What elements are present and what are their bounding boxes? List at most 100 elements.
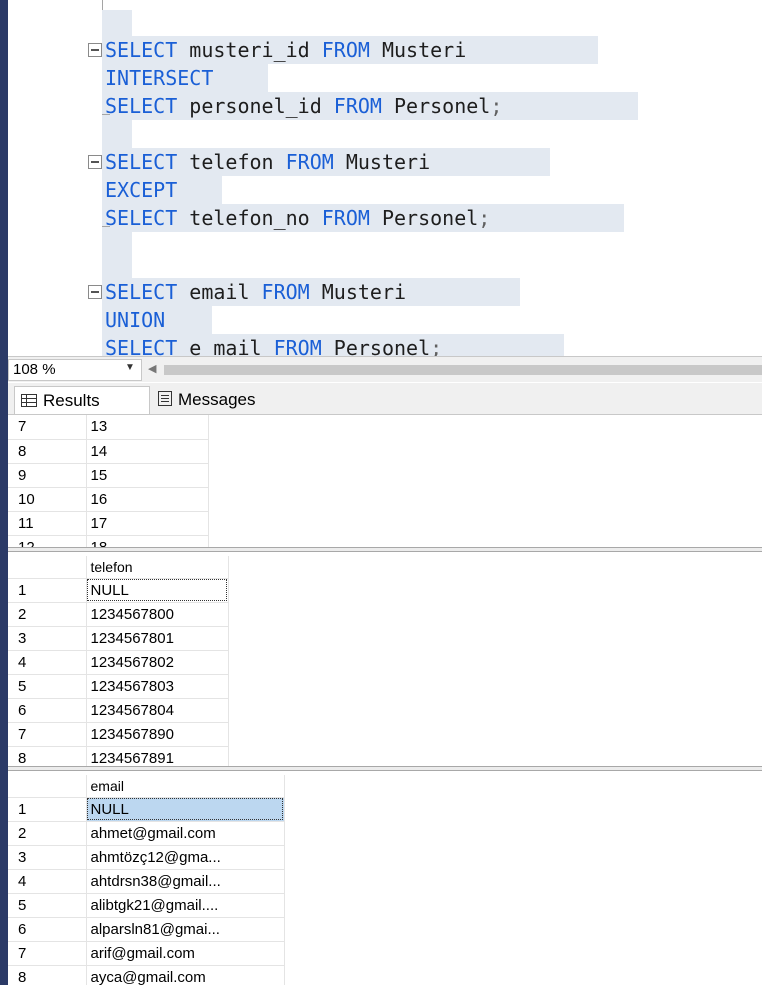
table-cell[interactable]: ahmet@gmail.com — [86, 821, 285, 846]
result-grid-email[interactable]: email 1 NULL 2 ahmet@gmail.com 3 ahmtözç12@… — [8, 771, 762, 985]
code-line[interactable]: SELECT personel_id FROM Personel; — [105, 92, 502, 120]
code-line[interactable]: SELECT musteri_id FROM Musteri — [105, 36, 466, 64]
row-number[interactable]: 6 — [8, 917, 87, 942]
table-cell[interactable]: 1234567800 — [86, 602, 229, 627]
scroll-left-icon[interactable]: ◀ — [148, 362, 156, 375]
table-cell[interactable]: arif@gmail.com — [86, 941, 285, 966]
row-number[interactable]: 12 — [8, 535, 87, 547]
row-number[interactable]: 9 — [8, 463, 87, 488]
chevron-down-icon[interactable]: ▼ — [125, 362, 135, 373]
table-row[interactable]: 4 1234567802 — [8, 650, 229, 675]
row-number[interactable]: 1 — [8, 797, 87, 822]
row-number[interactable]: 8 — [8, 746, 87, 766]
row-number[interactable]: 8 — [8, 439, 87, 464]
row-number[interactable]: 3 — [8, 626, 87, 651]
table-row[interactable]: 10 16 — [8, 487, 209, 512]
table-row[interactable]: 7 arif@gmail.com — [8, 941, 285, 966]
table-cell[interactable]: ahtdrsn38@gmail... — [86, 869, 285, 894]
code-line[interactable]: SELECT e mail FROM Personel; — [105, 334, 442, 356]
result-grid-1[interactable]: 7 13 8 14 9 15 10 16 11 17 12 18 — [8, 415, 762, 547]
table-row[interactable]: 8 14 — [8, 439, 209, 464]
sql-punctuation: ; — [478, 206, 491, 230]
table-cell[interactable]: alparsln81@gmai... — [86, 917, 285, 942]
code-line[interactable]: EXCEPT — [105, 176, 177, 204]
table-row[interactable]: 3 ahmtözç12@gma... — [8, 845, 285, 870]
table-row[interactable]: 8 1234567891 — [8, 746, 229, 766]
collapse-toggle-icon[interactable] — [88, 43, 102, 57]
row-number[interactable]: 10 — [8, 487, 87, 512]
table-cell[interactable]: 13 — [86, 415, 209, 440]
code-line[interactable]: SELECT telefon FROM Musteri — [105, 148, 430, 176]
code-line[interactable]: INTERSECT — [105, 64, 213, 92]
row-number-header[interactable] — [8, 775, 87, 798]
table-cell[interactable]: NULL — [86, 578, 229, 603]
table-row[interactable]: 2 1234567800 — [8, 602, 229, 627]
table-cell[interactable]: 18 — [86, 535, 209, 547]
code-line[interactable]: UNION — [105, 306, 165, 334]
row-number[interactable]: 7 — [8, 415, 87, 440]
column-header[interactable]: email — [86, 775, 285, 798]
selection-highlight — [102, 120, 132, 148]
table-cell[interactable]: 1234567802 — [86, 650, 229, 675]
table-cell[interactable]: NULL — [86, 797, 285, 822]
table-row[interactable]: 7 1234567890 — [8, 722, 229, 747]
horizontal-scrollbar[interactable] — [164, 365, 762, 375]
row-number[interactable]: 11 — [8, 511, 87, 536]
sql-identifier: Musteri — [333, 150, 431, 174]
column-header[interactable]: telefon — [86, 556, 229, 579]
table-row[interactable]: 4 ahtdrsn38@gmail... — [8, 869, 285, 894]
row-number-header[interactable] — [8, 556, 87, 579]
row-number[interactable]: 3 — [8, 845, 87, 870]
code-line[interactable]: SELECT telefon_no FROM Personel; — [105, 204, 490, 232]
sql-identifier: Personel — [381, 94, 491, 118]
grid-icon — [21, 394, 37, 407]
table-cell[interactable]: ahmtözç12@gma... — [86, 845, 285, 870]
tab-messages[interactable]: Messages — [154, 386, 310, 414]
row-number[interactable]: 5 — [8, 893, 87, 918]
table-row[interactable]: 2 ahmet@gmail.com — [8, 821, 285, 846]
row-number[interactable]: 7 — [8, 722, 87, 747]
sql-keyword: FROM — [321, 206, 370, 230]
table-cell[interactable]: alibtgk21@gmail.... — [86, 893, 285, 918]
table-row[interactable]: 6 1234567804 — [8, 698, 229, 723]
result-grid-telefon[interactable]: telefon 1 NULL 2 1234567800 3 1234567801 41… — [8, 552, 762, 766]
collapse-toggle-icon[interactable] — [88, 155, 102, 169]
table-row[interactable]: 7 13 — [8, 415, 209, 440]
row-number[interactable]: 2 — [8, 602, 87, 627]
row-number[interactable]: 6 — [8, 698, 87, 723]
table-row[interactable]: 9 15 — [8, 463, 209, 488]
row-number[interactable]: 8 — [8, 965, 87, 985]
table-row[interactable]: 8 ayca@gmail.com — [8, 965, 285, 985]
table-cell[interactable]: 16 — [86, 487, 209, 512]
table-row[interactable]: 5 1234567803 — [8, 674, 229, 699]
table-cell[interactable]: 1234567803 — [86, 674, 229, 699]
sql-keyword: EXCEPT — [105, 178, 178, 202]
table-cell[interactable]: 15 — [86, 463, 209, 488]
row-number[interactable]: 1 — [8, 578, 87, 603]
table-row[interactable]: 5 alibtgk21@gmail.... — [8, 893, 285, 918]
row-number[interactable]: 4 — [8, 869, 87, 894]
collapse-toggle-icon[interactable] — [88, 285, 102, 299]
table-row[interactable]: 1 NULL — [8, 578, 229, 603]
table-row[interactable]: 11 17 — [8, 511, 209, 536]
tab-results[interactable]: Results — [14, 386, 150, 414]
table-cell[interactable]: 1234567890 — [86, 722, 229, 747]
table-cell[interactable]: 1234567891 — [86, 746, 229, 766]
table-cell[interactable]: 14 — [86, 439, 209, 464]
table-cell[interactable]: 1234567801 — [86, 626, 229, 651]
row-number[interactable]: 7 — [8, 941, 87, 966]
table-cell[interactable]: 1234567804 — [86, 698, 229, 723]
table-cell[interactable]: ayca@gmail.com — [86, 965, 285, 985]
table-row[interactable]: 12 18 — [8, 535, 209, 547]
sql-editor[interactable]: SELECT musteri_id FROM Musteri INTERSECT… — [8, 0, 762, 356]
table-row[interactable]: 3 1234567801 — [8, 626, 229, 651]
zoom-strip: 108 % ▼ ◀ — [8, 356, 762, 382]
row-number[interactable]: 4 — [8, 650, 87, 675]
row-number[interactable]: 5 — [8, 674, 87, 699]
table-row[interactable]: 1 NULL — [8, 797, 285, 822]
table-cell[interactable]: 17 — [86, 511, 209, 536]
zoom-dropdown[interactable]: 108 % ▼ — [8, 359, 142, 381]
code-line[interactable]: SELECT email FROM Musteri — [105, 278, 406, 306]
row-number[interactable]: 2 — [8, 821, 87, 846]
table-row[interactable]: 6 alparsln81@gmai... — [8, 917, 285, 942]
